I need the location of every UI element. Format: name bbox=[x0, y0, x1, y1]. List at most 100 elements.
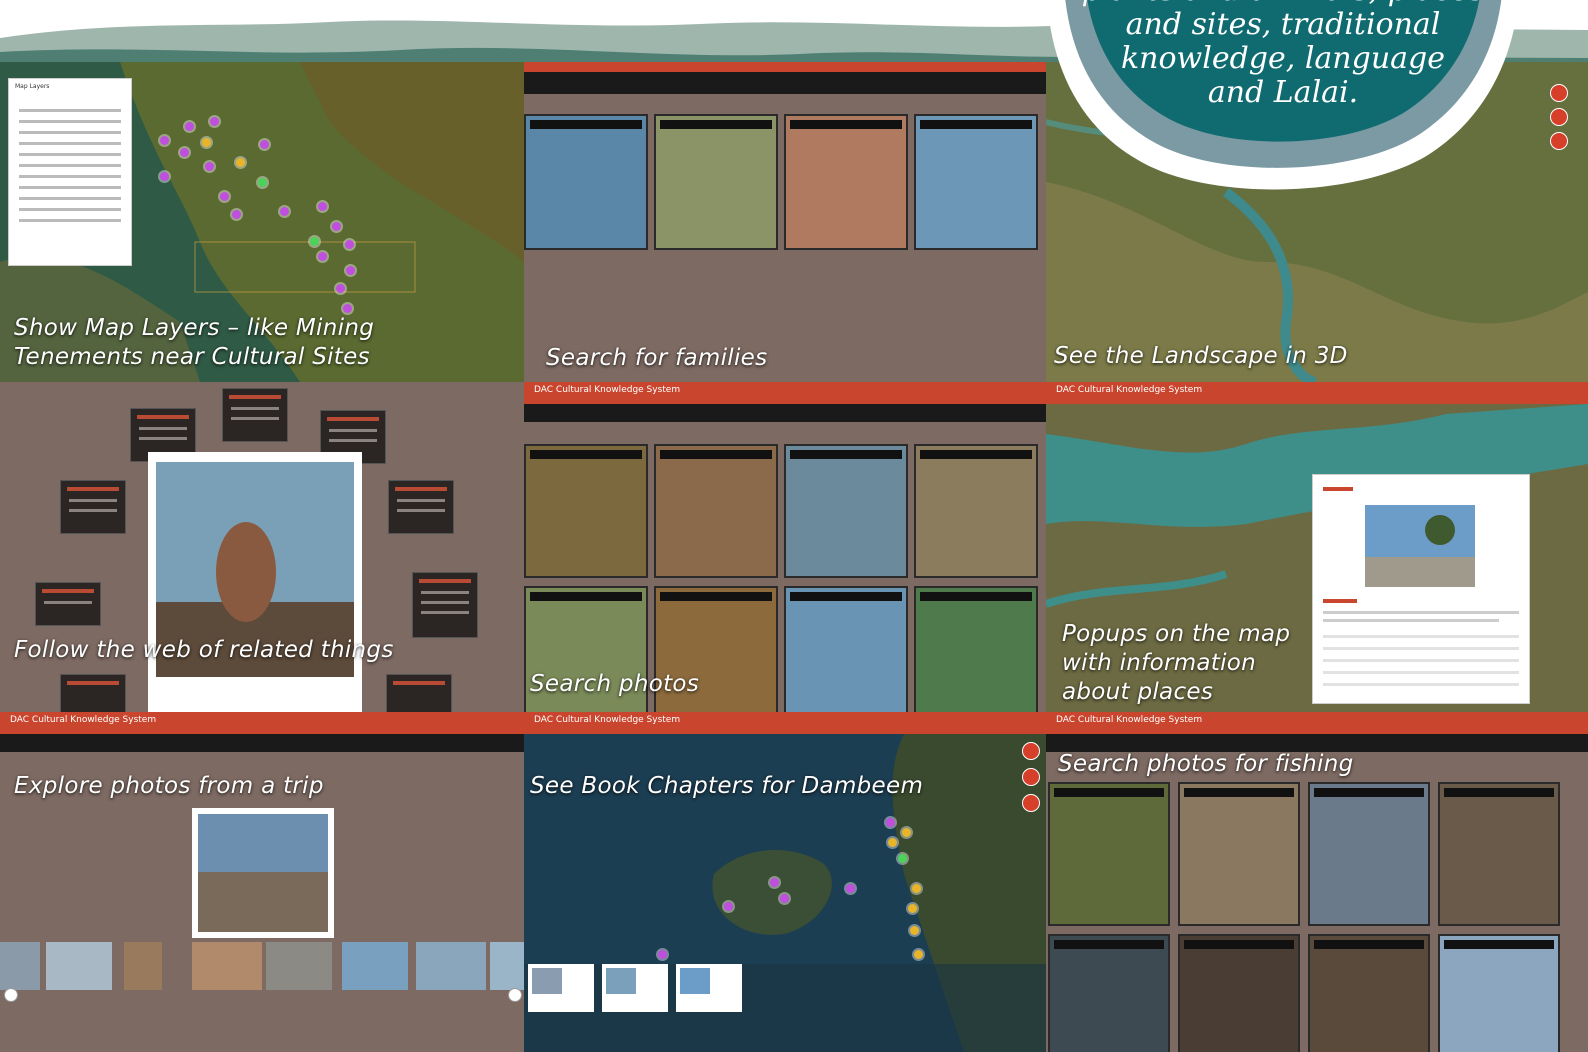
related-node[interactable] bbox=[60, 674, 126, 712]
family-card[interactable] bbox=[784, 114, 908, 250]
photo-card[interactable] bbox=[1178, 782, 1300, 926]
photo-card[interactable] bbox=[1308, 934, 1430, 1052]
caption-trip: Explore photos from a trip bbox=[14, 773, 324, 799]
zoom-in-button[interactable] bbox=[1550, 84, 1568, 102]
caption-photos: Search photos bbox=[530, 671, 700, 697]
app-header: DAC Cultural Knowledge System bbox=[524, 712, 1046, 734]
map-layers-panel[interactable]: Map Layers bbox=[8, 78, 132, 266]
tile-search-photos[interactable]: DAC Cultural Knowledge System Search pho… bbox=[524, 382, 1046, 712]
site-pin[interactable] bbox=[770, 878, 779, 887]
caption-families: Search for families bbox=[546, 345, 768, 371]
bubble-text: plants and animals, places and sites, tr… bbox=[1082, 0, 1485, 110]
site-pin[interactable] bbox=[318, 202, 327, 211]
tile-fishing-photos[interactable]: DAC Cultural Knowledge System Search pho… bbox=[1046, 712, 1588, 1052]
site-pin[interactable] bbox=[160, 136, 169, 145]
next-photo-button[interactable] bbox=[508, 988, 522, 1002]
site-pin[interactable] bbox=[332, 222, 341, 231]
tile-popups[interactable]: DAC Cultural Knowledge System Popups on … bbox=[1046, 382, 1588, 712]
related-node[interactable] bbox=[60, 480, 126, 534]
chapter-card[interactable] bbox=[602, 964, 668, 1012]
zoom-in-button[interactable] bbox=[1022, 742, 1040, 760]
tile-map-layers[interactable]: Map Layers Show Map Layers – like Mining… bbox=[0, 62, 524, 382]
nav-bar[interactable] bbox=[524, 72, 1046, 94]
prev-photo-button[interactable] bbox=[4, 988, 18, 1002]
app-header: DAC Cultural Knowledge System bbox=[1046, 382, 1588, 404]
site-pin[interactable] bbox=[280, 207, 289, 216]
compass-button[interactable] bbox=[1550, 132, 1568, 150]
site-pin[interactable] bbox=[258, 178, 267, 187]
map-layers-title: Map Layers bbox=[15, 83, 50, 90]
related-node[interactable] bbox=[412, 572, 478, 638]
app-header: DAC Cultural Knowledge System bbox=[0, 712, 524, 734]
site-pin[interactable] bbox=[260, 140, 269, 149]
photo-card[interactable] bbox=[1048, 934, 1170, 1052]
chapter-card[interactable] bbox=[676, 964, 742, 1012]
site-pin[interactable] bbox=[220, 192, 229, 201]
site-pin[interactable] bbox=[210, 117, 219, 126]
site-pin[interactable] bbox=[910, 926, 919, 935]
nav-bar[interactable] bbox=[0, 734, 524, 752]
nav-bar[interactable] bbox=[524, 404, 1046, 422]
related-node[interactable] bbox=[386, 674, 452, 712]
photo-card[interactable] bbox=[654, 444, 778, 578]
site-pin[interactable] bbox=[846, 884, 855, 893]
app-header bbox=[524, 62, 1046, 72]
site-pin[interactable] bbox=[888, 838, 897, 847]
site-pin[interactable] bbox=[310, 237, 319, 246]
photo-card[interactable] bbox=[1178, 934, 1300, 1052]
caption-popups: Popups on the map with information about… bbox=[1062, 621, 1291, 705]
center-photo-card[interactable] bbox=[148, 452, 362, 712]
site-pin[interactable] bbox=[202, 138, 211, 147]
site-pin[interactable] bbox=[908, 904, 917, 913]
photo-card[interactable] bbox=[914, 586, 1038, 712]
caption-landscape: See the Landscape in 3D bbox=[1054, 343, 1348, 369]
site-pin[interactable] bbox=[236, 158, 245, 167]
site-pin[interactable] bbox=[232, 210, 241, 219]
photo-card[interactable] bbox=[524, 444, 648, 578]
site-pin[interactable] bbox=[180, 148, 189, 157]
site-pin[interactable] bbox=[336, 284, 345, 293]
photo-card[interactable] bbox=[1438, 782, 1560, 926]
family-card[interactable] bbox=[524, 114, 648, 250]
related-node[interactable] bbox=[222, 388, 288, 442]
app-header: DAC Cultural Knowledge System bbox=[1046, 712, 1588, 734]
family-card[interactable] bbox=[914, 114, 1038, 250]
photo-card[interactable] bbox=[914, 444, 1038, 578]
photo-card[interactable] bbox=[1308, 782, 1430, 926]
caption-chapters: See Book Chapters for Dambeem bbox=[530, 773, 924, 799]
related-node[interactable] bbox=[388, 480, 454, 534]
photo-card[interactable] bbox=[784, 444, 908, 578]
related-node[interactable] bbox=[35, 582, 101, 626]
tile-trip-photos[interactable]: DAC Cultural Knowledge System Explore ph… bbox=[0, 712, 524, 1052]
photo-card[interactable] bbox=[1438, 934, 1560, 1052]
site-pin[interactable] bbox=[914, 950, 923, 959]
site-pin[interactable] bbox=[658, 950, 667, 959]
site-pin[interactable] bbox=[345, 240, 354, 249]
tile-web-related[interactable]: Follow the web of related things bbox=[0, 382, 524, 712]
tile-families[interactable]: Search for families bbox=[524, 62, 1046, 382]
site-pin[interactable] bbox=[343, 304, 352, 313]
site-pin[interactable] bbox=[886, 818, 895, 827]
site-pin[interactable] bbox=[902, 828, 911, 837]
site-pin[interactable] bbox=[160, 172, 169, 181]
photo-strip[interactable] bbox=[0, 942, 524, 990]
zoom-out-button[interactable] bbox=[1550, 108, 1568, 126]
tile-book-chapters[interactable]: DAC Cultural Knowledge System See Book C… bbox=[524, 712, 1046, 1052]
photo-card[interactable] bbox=[1048, 782, 1170, 926]
photo-card[interactable] bbox=[784, 586, 908, 712]
popup-title-line bbox=[1323, 487, 1353, 491]
site-pin[interactable] bbox=[724, 902, 733, 911]
site-pin[interactable] bbox=[912, 884, 921, 893]
site-pin[interactable] bbox=[898, 854, 907, 863]
site-pin[interactable] bbox=[780, 894, 789, 903]
trip-main-photo[interactable] bbox=[192, 808, 334, 938]
place-popup[interactable] bbox=[1312, 474, 1530, 704]
site-pin[interactable] bbox=[205, 162, 214, 171]
site-pin[interactable] bbox=[318, 252, 327, 261]
site-pin[interactable] bbox=[185, 122, 194, 131]
site-pin[interactable] bbox=[346, 266, 355, 275]
chapter-card[interactable] bbox=[528, 964, 594, 1012]
family-card[interactable] bbox=[654, 114, 778, 250]
compass-button[interactable] bbox=[1022, 794, 1040, 812]
zoom-out-button[interactable] bbox=[1022, 768, 1040, 786]
